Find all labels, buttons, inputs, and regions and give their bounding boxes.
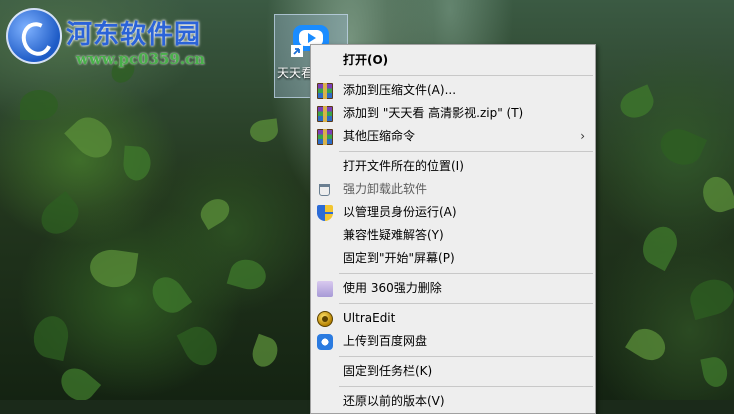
- menu-item-label: 打开(O): [343, 53, 389, 67]
- menu-item-add-to-archive[interactable]: 添加到压缩文件(A)...: [311, 79, 595, 102]
- context-menu: 打开(O) 添加到压缩文件(A)... 添加到 "天天看 高清影视.zip" (…: [310, 44, 596, 414]
- foliage-leaf: [636, 220, 684, 272]
- foliage-leaf: [176, 320, 224, 372]
- menu-item-pin-to-start[interactable]: 固定到"开始"屏幕(P): [311, 247, 595, 270]
- menu-item-other-compress-commands[interactable]: 其他压缩命令 ›: [311, 125, 595, 148]
- menu-item-label: 固定到"开始"屏幕(P): [343, 251, 455, 265]
- foliage-leaf: [248, 333, 282, 371]
- winrar-icon: [317, 129, 333, 145]
- foliage-leaf: [625, 322, 671, 367]
- menu-item-label: 强力卸载此软件: [343, 182, 428, 196]
- foliage-leaf: [195, 193, 235, 231]
- foliage-leaf: [20, 90, 58, 120]
- foliage-leaf: [87, 246, 139, 291]
- menu-item-ultraedit[interactable]: UltraEdit: [311, 307, 595, 330]
- menu-item-label: 添加到 "天天看 高清影视.zip" (T): [343, 106, 524, 120]
- menu-item-label: 固定到任务栏(K): [343, 364, 433, 378]
- foliage-leaf: [698, 172, 734, 217]
- winrar-icon: [317, 83, 333, 99]
- menu-item-pin-to-taskbar[interactable]: 固定到任务栏(K): [311, 360, 595, 383]
- foliage-leaf: [30, 312, 72, 362]
- menu-item-label: 上传到百度网盘: [343, 334, 428, 348]
- menu-separator: [339, 75, 593, 76]
- foliage-leaf: [654, 122, 708, 172]
- menu-separator: [339, 356, 593, 357]
- foliage-leaf: [616, 84, 658, 123]
- menu-item-open[interactable]: 打开(O): [311, 49, 595, 72]
- foliage-leaf: [248, 118, 280, 144]
- menu-separator: [339, 303, 593, 304]
- menu-item-label: 使用 360强力删除: [343, 281, 442, 295]
- menu-item-upload-baidu-netdisk[interactable]: 上传到百度网盘: [311, 330, 595, 353]
- foliage-leaf: [226, 255, 270, 294]
- menu-item-add-to-zip[interactable]: 添加到 "天天看 高清影视.zip" (T): [311, 102, 595, 125]
- winrar-icon: [317, 106, 333, 122]
- menu-separator: [339, 151, 593, 152]
- foliage-leaf: [686, 274, 734, 321]
- foliage-leaf: [700, 354, 730, 390]
- foliage-leaf: [34, 190, 86, 242]
- menu-item-label: 以管理员身份运行(A): [343, 205, 457, 219]
- menu-separator: [339, 273, 593, 274]
- menu-item-run-as-admin[interactable]: 以管理员身份运行(A): [311, 201, 595, 224]
- menu-item-label: 还原以前的版本(V): [343, 394, 445, 408]
- foliage-leaf: [122, 145, 152, 182]
- shield-icon: [317, 205, 333, 221]
- foliage-leaf: [145, 270, 193, 320]
- watermark-site-name: 河东软件园: [66, 20, 202, 50]
- trash-icon: [319, 184, 330, 196]
- 360-icon: [317, 281, 333, 297]
- ultraedit-icon: [317, 311, 333, 327]
- menu-item-label: 兼容性疑难解答(Y): [343, 228, 444, 242]
- menu-separator: [339, 386, 593, 387]
- menu-item-label: UltraEdit: [343, 311, 396, 325]
- foliage-leaf: [54, 361, 102, 400]
- menu-item-open-file-location[interactable]: 打开文件所在的位置(I): [311, 155, 595, 178]
- foliage-leaf: [64, 109, 120, 166]
- menu-item-label: 其他压缩命令: [343, 129, 416, 143]
- submenu-arrow-icon: ›: [580, 129, 585, 143]
- menu-item-label: 添加到压缩文件(A)...: [343, 83, 457, 97]
- baidu-netdisk-icon: [317, 334, 333, 350]
- watermark-site-url: www.pc0359.cn: [76, 50, 206, 68]
- menu-item-label: 打开文件所在的位置(I): [343, 159, 464, 173]
- menu-item-restore-previous-versions[interactable]: 还原以前的版本(V): [311, 390, 595, 413]
- menu-item-360-force-delete[interactable]: 使用 360强力删除: [311, 277, 595, 300]
- watermark-logo-icon: [6, 8, 62, 64]
- menu-item-troubleshoot-compatibility[interactable]: 兼容性疑难解答(Y): [311, 224, 595, 247]
- menu-item-force-uninstall[interactable]: 强力卸载此软件: [311, 178, 595, 201]
